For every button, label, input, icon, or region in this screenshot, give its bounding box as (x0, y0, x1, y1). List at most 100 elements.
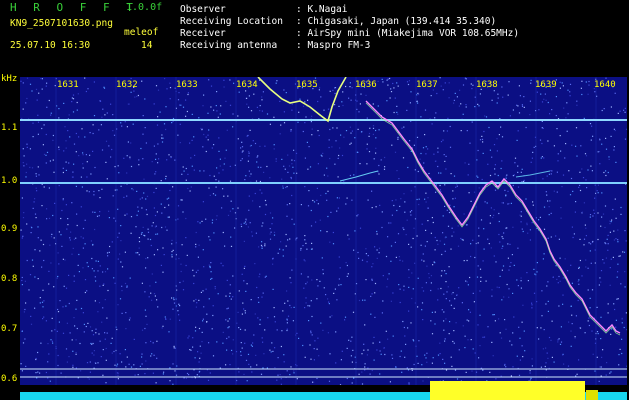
noise-speck (65, 348, 68, 350)
noise-field (20, 77, 627, 385)
noise-speck (484, 201, 486, 203)
noise-speck (600, 225, 602, 227)
noise-speck (105, 161, 107, 163)
noise-speck (571, 323, 573, 325)
noise-speck (472, 292, 474, 294)
noise-speck (276, 329, 278, 331)
noise-speck (169, 87, 172, 89)
noise-speck (188, 335, 190, 337)
noise-speck (36, 99, 38, 101)
noise-speck (610, 135, 612, 137)
noise-speck (617, 298, 619, 300)
noise-speck (119, 353, 121, 355)
noise-speck (561, 186, 563, 188)
noise-speck (64, 126, 66, 128)
noise-speck (196, 374, 198, 376)
noise-speck (46, 106, 48, 108)
noise-speck (130, 91, 132, 93)
noise-speck (493, 209, 495, 211)
noise-speck (351, 361, 353, 363)
noise-speck (594, 370, 596, 372)
y-axis-unit: kHz (1, 74, 18, 84)
noise-speck (532, 151, 534, 153)
noise-speck (244, 310, 246, 312)
noise-speck (187, 173, 189, 175)
noise-speck (300, 249, 302, 251)
noise-speck (539, 139, 542, 141)
noise-speck (584, 153, 587, 155)
noise-speck (610, 371, 612, 373)
meleof-value: 14 (141, 40, 153, 51)
noise-speck (425, 153, 427, 155)
noise-speck (435, 191, 437, 193)
noise-speck (421, 309, 423, 311)
noise-speck (391, 214, 393, 216)
noise-speck (464, 77, 466, 79)
noise-speck (591, 170, 593, 172)
noise-speck (145, 342, 147, 344)
noise-speck (509, 115, 511, 117)
noise-speck (232, 113, 234, 115)
noise-speck (168, 216, 170, 218)
noise-speck (621, 322, 623, 324)
noise-speck (470, 339, 472, 341)
noise-speck (20, 80, 22, 82)
noise-speck (532, 201, 534, 203)
noise-speck (581, 275, 583, 277)
noise-speck (390, 222, 392, 224)
noise-speck (428, 277, 430, 279)
noise-speck (209, 372, 211, 374)
noise-speck (399, 259, 401, 261)
noise-speck (76, 213, 78, 215)
noise-speck (322, 273, 324, 275)
noise-speck (313, 201, 316, 203)
noise-speck (403, 326, 405, 329)
noise-speck (445, 318, 447, 320)
noise-speck (462, 239, 464, 241)
y-tick-1-1: 1.1 (1, 123, 18, 133)
noise-speck (276, 80, 278, 82)
noise-speck (157, 89, 160, 91)
noise-speck (52, 159, 54, 161)
noise-speck (168, 204, 170, 206)
noise-speck (304, 260, 306, 262)
noise-speck (114, 282, 116, 284)
noise-speck (382, 300, 384, 302)
noise-speck (244, 265, 246, 267)
noise-speck (476, 175, 478, 177)
noise-speck (282, 310, 284, 312)
noise-speck (368, 132, 371, 135)
noise-speck (63, 285, 65, 287)
noise-speck (197, 269, 199, 271)
noise-speck (20, 229, 22, 231)
noise-speck (255, 232, 257, 234)
noise-speck (151, 353, 153, 355)
noise-speck (430, 289, 432, 292)
noise-speck (256, 156, 258, 158)
noise-speck (229, 364, 231, 366)
noise-speck (550, 212, 552, 214)
noise-speck (120, 261, 122, 263)
noise-speck (173, 302, 176, 304)
noise-speck (218, 172, 220, 174)
noise-speck (144, 373, 146, 375)
noise-speck (315, 221, 317, 223)
noise-speck (242, 150, 244, 152)
noise-speck (559, 135, 561, 137)
noise-speck (93, 354, 95, 356)
noise-speck (610, 333, 612, 335)
noise-speck (492, 314, 494, 316)
noise-speck (241, 347, 243, 349)
noise-speck (117, 236, 119, 238)
noise-speck (483, 228, 485, 230)
noise-speck (73, 143, 76, 145)
noise-speck (68, 162, 70, 164)
noise-speck (281, 330, 283, 332)
noise-speck (390, 260, 392, 262)
noise-speck (305, 297, 307, 299)
noise-speck (442, 232, 444, 234)
noise-speck (445, 369, 448, 371)
noise-speck (453, 99, 455, 101)
noise-speck (290, 129, 292, 131)
noise-speck (500, 337, 503, 339)
